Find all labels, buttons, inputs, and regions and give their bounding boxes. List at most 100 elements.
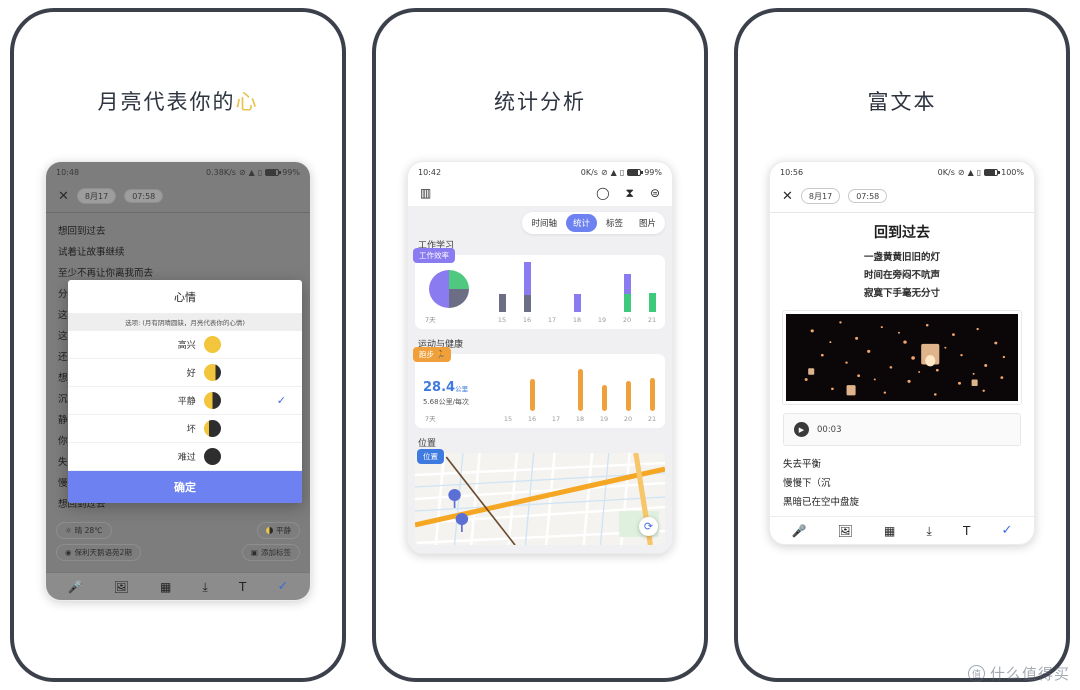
note-time-chip[interactable]: 07:58 [124, 189, 164, 203]
stats-header: ▥ ◯ ⧗ ⊜ [408, 182, 672, 206]
confirm-button[interactable]: 确定 [68, 471, 302, 503]
sim-icon: ▯ [619, 167, 625, 177]
phone-mockups-stage: 月亮代表你的心 10:48 0.38K/s ⊘ ▲ ▯ 99% ✕ 8月17 0… [0, 0, 1080, 690]
status-time: 10:56 [780, 167, 804, 177]
download-icon[interactable]: ⤓ [203, 581, 208, 593]
audio-duration: 00:03 [817, 424, 842, 435]
play-icon[interactable]: ▶ [794, 422, 809, 437]
note-date-chip[interactable]: 8月17 [800, 188, 841, 204]
device-frame-2: 统计分析 10:42 0K/s ⊘ ▲ ▯ 99% ▥ ◯ ⧗ ⊜ 时间轴 统计… [372, 8, 708, 682]
note-line-clipped [58, 215, 298, 221]
pie-slice-group [429, 270, 469, 308]
mute-icon: ⊘ [238, 167, 246, 177]
image-icon[interactable]: 🖼 [838, 525, 853, 537]
wifi-icon: ▲ [248, 167, 255, 177]
bar-column: 17 [551, 369, 561, 423]
grid-icon[interactable]: ▦ [884, 525, 895, 537]
profile-icon[interactable]: ⊜ [650, 187, 660, 199]
bar-tick: 20 [623, 415, 633, 423]
bar-column: 15 [497, 270, 507, 324]
pin-icon: ◉ [65, 548, 72, 557]
running-average: 5.68公里/每次 [423, 398, 469, 406]
section-label-location: 位置 [418, 439, 437, 449]
richtext-title: 回到过去 [874, 225, 930, 241]
bar-column: 21 [647, 270, 657, 324]
editor-toolbar-3: 🎤 🖼 ▦ ⤓ T ✓ [770, 516, 1034, 544]
lantern-night-sky-graphic [786, 314, 1018, 401]
bar-tick: 16 [527, 415, 537, 423]
bar-column: 21 [647, 369, 657, 423]
mood-tag[interactable]: 平静 [257, 522, 300, 539]
mic-icon[interactable]: 🎤 [68, 581, 83, 593]
richtext-body[interactable]: 回到过去 一盏黄黄旧旧的灯 时间在旁闷不吭声 寂寞下手毫无分寸 ▶ 00:03 … [770, 213, 1034, 516]
status-battery-percent: 100% [1001, 167, 1024, 177]
mood-option-label: 平静 [177, 397, 196, 407]
tab-timeline[interactable]: 时间轴 [524, 214, 564, 232]
grid-icon[interactable]: ▦ [160, 581, 171, 593]
work-pie-chart: 7天 [423, 270, 491, 324]
refresh-icon[interactable]: ⟳ [639, 517, 658, 536]
bar [529, 379, 535, 411]
sim-icon: ▯ [976, 167, 982, 177]
mood-option-label: 难过 [177, 453, 196, 463]
location-tag[interactable]: ◉ 保利天鹅语苑2期 [56, 544, 141, 561]
stats-icon[interactable]: ▥ [420, 187, 431, 199]
status-time: 10:48 [56, 167, 80, 177]
mood-option-calm[interactable]: 平静 ✓ [68, 387, 302, 415]
bar [649, 378, 655, 411]
map-graphic [415, 453, 665, 545]
text-format-icon[interactable]: T [239, 581, 246, 593]
status-bar-3: 10:56 0K/s ⊘ ▲ ▯ 100% [770, 162, 1034, 182]
richtext-top-bar: ✕ 8月17 07:58 [770, 182, 1034, 212]
download-icon[interactable]: ⤓ [927, 525, 932, 537]
running-stats: 28.4公里 5.68公里/每次 7天 [423, 380, 497, 423]
search-icon[interactable]: ◯ [596, 187, 609, 199]
embedded-photo[interactable] [783, 311, 1021, 404]
close-icon[interactable]: ✕ [782, 190, 793, 203]
mood-option-happy[interactable]: 高兴 [68, 331, 302, 359]
note-date-chip[interactable]: 8月17 [76, 188, 117, 204]
bar-tick: 20 [622, 316, 632, 324]
richtext-centered-line: 寂寞下手毫无分寸 [863, 288, 940, 299]
mic-icon[interactable]: 🎤 [792, 525, 807, 537]
battery-icon [627, 168, 644, 176]
filter-icon[interactable]: ⧗ [626, 187, 634, 199]
confirm-check-icon[interactable]: ✓ [1001, 524, 1012, 537]
image-icon[interactable]: 🖼 [114, 581, 129, 593]
bar-tick: 17 [551, 415, 561, 423]
running-card[interactable]: 跑步 🏃 28.4公里 5.68公里/每次 7天 15 16 17 18 19 … [413, 347, 665, 428]
bar-column: 16 [522, 262, 532, 324]
running-total: 28.4公里 [423, 380, 497, 395]
bar-tick: 16 [522, 316, 532, 324]
bar [577, 369, 583, 411]
moon-icon [266, 527, 273, 534]
mood-option-good[interactable]: 好 [68, 359, 302, 387]
device-frame-3: 富文本 10:56 0K/s ⊘ ▲ ▯ 100% ✕ 8月17 07:58 回… [734, 8, 1070, 682]
weather-tag[interactable]: ☼ 晴 28℃ [56, 522, 112, 539]
audio-player[interactable]: ▶ 00:03 [783, 413, 1021, 446]
location-card[interactable]: 位置 ⟳ [415, 449, 665, 545]
note-time-chip[interactable]: 07:58 [848, 189, 888, 203]
status-time: 10:42 [418, 167, 442, 177]
tab-statistics[interactable]: 统计 [565, 214, 597, 232]
editor-toolbar-1: 🎤 🖼 ▦ ⤓ T ✓ [46, 572, 310, 600]
status-bar-2: 10:42 0K/s ⊘ ▲ ▯ 99% [408, 162, 672, 182]
map-view[interactable]: ⟳ [415, 453, 665, 545]
bar-column: 16 [527, 369, 537, 423]
tag-icon: ▣ [250, 548, 258, 557]
tab-images[interactable]: 图片 [632, 214, 663, 232]
work-efficiency-card[interactable]: 工作效率 7天 15 16 17 18 19 20 21 [413, 248, 665, 329]
phone-screenshot-3: 10:56 0K/s ⊘ ▲ ▯ 100% ✕ 8月17 07:58 回到过去 … [769, 161, 1035, 545]
wifi-icon: ▲ [610, 167, 617, 177]
status-network-speed: 0K/s [580, 167, 598, 177]
add-tag-button[interactable]: ▣ 添加标签 [241, 544, 300, 561]
mood-option-sad[interactable]: 难过 [68, 443, 302, 471]
confirm-check-icon[interactable]: ✓ [277, 580, 288, 593]
mood-option-label: 好 [186, 369, 196, 379]
close-icon[interactable]: ✕ [58, 190, 69, 203]
mood-dialog-subtitle: 选项: (月有阴晴圆缺，月亮代表你的心情) [68, 313, 302, 331]
status-network-speed: 0.38K/s [206, 167, 236, 177]
text-format-icon[interactable]: T [963, 525, 970, 537]
tab-tags[interactable]: 标签 [599, 214, 630, 232]
mood-option-bad[interactable]: 坏 [68, 415, 302, 443]
